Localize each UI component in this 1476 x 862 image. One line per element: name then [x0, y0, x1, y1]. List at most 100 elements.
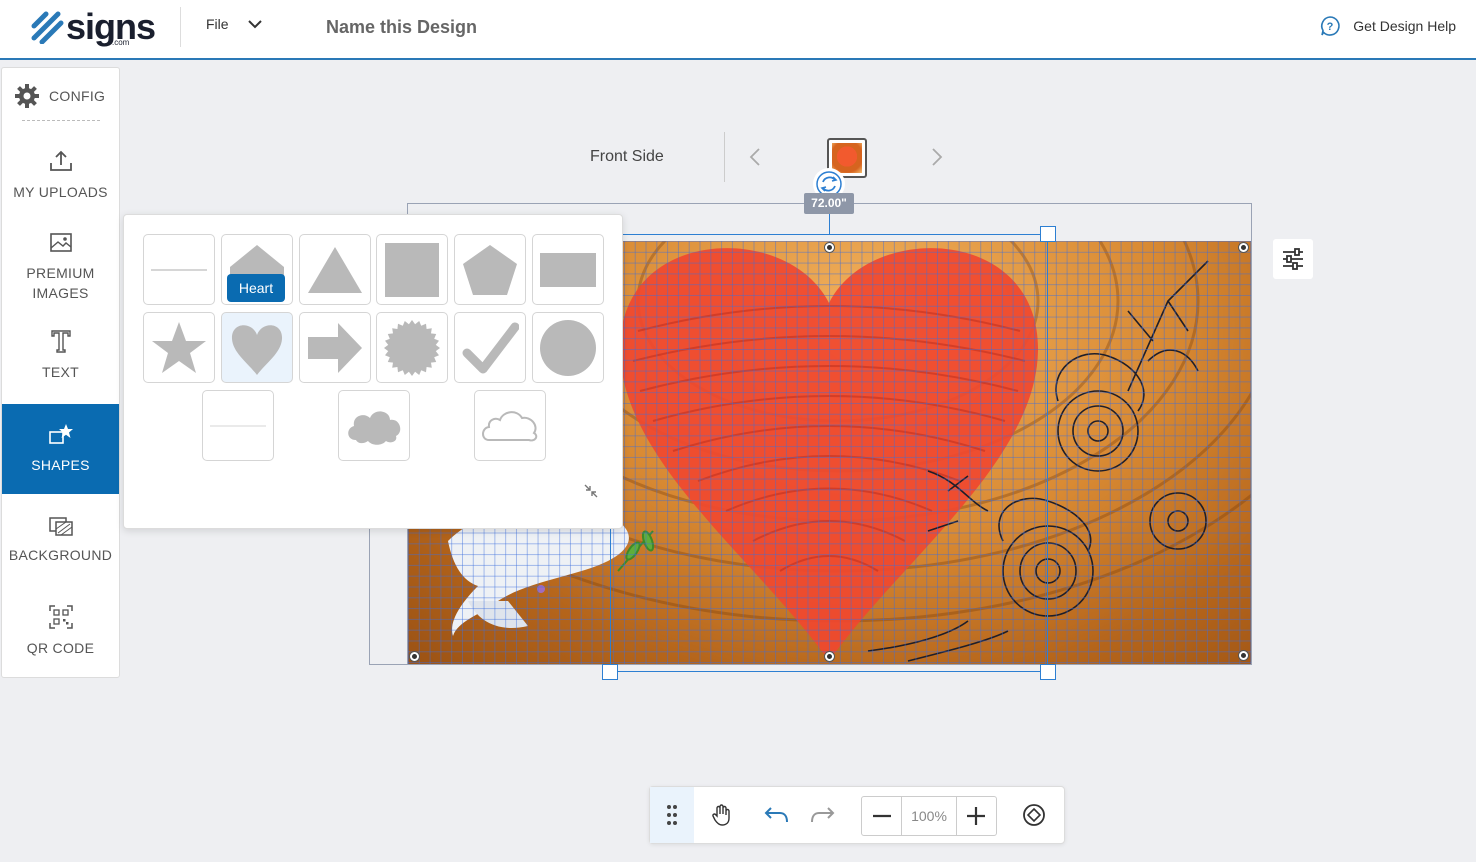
next-side-button[interactable]	[930, 146, 944, 175]
cloud-filled-shape-icon	[348, 410, 401, 445]
undo-button[interactable]	[762, 800, 792, 830]
shape-heart[interactable]	[221, 312, 293, 383]
get-design-help-link[interactable]: ? Get Design Help	[1319, 15, 1456, 37]
sidebar-item-label: BACKGROUND	[8, 547, 113, 563]
tools-sidebar: CONFIG MY UPLOADS PREMIUM IMAGES TEXT SH…	[1, 67, 120, 678]
sidebar-item-label: SHAPES	[31, 457, 90, 473]
chevron-left-icon	[749, 148, 760, 166]
zoom-level: 100%	[901, 797, 957, 835]
top-header: signs .com File Name this Design ? Get D…	[0, 0, 1476, 60]
anchor-dot	[410, 652, 419, 661]
pentagon-shape-icon	[463, 244, 517, 295]
sidebar-item-background[interactable]: BACKGROUND	[2, 508, 119, 572]
pan-tool-button[interactable]	[707, 800, 737, 830]
logo-text: signs	[66, 6, 156, 47]
sidebar-config[interactable]: CONFIG	[2, 68, 119, 123]
shapes-panel	[123, 214, 623, 529]
triangle-shape-icon	[308, 246, 362, 293]
sidebar-item-qr-code[interactable]: QR CODE	[2, 598, 119, 664]
sidebar-item-text[interactable]: TEXT	[2, 324, 119, 386]
sidebar-item-my-uploads[interactable]: MY UPLOADS	[2, 140, 119, 210]
sidebar-item-label: PREMIUM IMAGES	[26, 265, 95, 301]
sidebar-separator	[22, 120, 100, 121]
arrow-shape-icon	[308, 322, 362, 373]
shape-square[interactable]	[376, 234, 448, 305]
shape-starburst[interactable]	[376, 312, 448, 383]
hand-icon	[712, 804, 730, 826]
starburst-shape-icon	[384, 319, 440, 376]
sidebar-item-shapes[interactable]: SHAPES	[2, 404, 119, 494]
resize-handle-bottom-left[interactable]	[602, 664, 618, 680]
zoom-out-button[interactable]	[862, 797, 901, 835]
signs-logo[interactable]: signs .com	[30, 6, 156, 48]
anchor-dot	[1239, 651, 1248, 660]
sliders-icon	[1283, 248, 1303, 270]
shape-tooltip: Heart	[227, 274, 285, 302]
shape-cloud-filled[interactable]	[338, 390, 410, 461]
line-shape-icon	[151, 268, 207, 271]
circle-shape-icon	[540, 319, 596, 376]
shapes-icon	[48, 424, 73, 444]
shape-checkmark[interactable]	[454, 312, 526, 383]
selection-box[interactable]	[610, 234, 1048, 672]
zoom-control: 100%	[861, 796, 997, 836]
logo-mark-icon	[31, 11, 64, 44]
starburst-polygon	[384, 319, 440, 376]
sidebar-config-label: CONFIG	[49, 87, 106, 104]
undo-icon	[764, 807, 788, 823]
recenter-icon	[1023, 804, 1045, 826]
sidebar-item-label: MY UPLOADS	[13, 184, 108, 200]
thin-line-shape-icon	[210, 425, 266, 426]
collapse-panel-button[interactable]	[583, 483, 599, 504]
image-icon	[49, 233, 72, 252]
reset-view-button[interactable]	[1019, 800, 1049, 830]
file-menu[interactable]: File	[206, 16, 263, 32]
toolbar-drag-handle[interactable]	[650, 787, 694, 843]
design-name[interactable]: Name this Design	[326, 17, 477, 38]
width-measure-badge: 72.00"	[804, 193, 854, 214]
chevron-right-icon	[932, 148, 943, 166]
shape-cloud-outline[interactable]	[474, 390, 546, 461]
shape-star[interactable]	[143, 312, 215, 383]
element-bounding-frame	[369, 525, 409, 665]
header-divider	[180, 7, 181, 47]
shape-line[interactable]	[143, 234, 215, 305]
resize-handle-bottom-right[interactable]	[1040, 664, 1056, 680]
resize-handle-top-right[interactable]	[1040, 226, 1056, 242]
heart-shape-icon	[231, 324, 283, 375]
redo-icon	[811, 807, 835, 823]
text-icon	[50, 330, 71, 353]
drag-handle-icon	[667, 805, 677, 825]
canvas-toolbar: 100%	[649, 786, 1065, 844]
square-shape-icon	[385, 242, 439, 297]
svg-text:?: ?	[1327, 21, 1334, 33]
thumbnail-image	[832, 143, 862, 173]
shape-circle[interactable]	[532, 312, 604, 383]
background-icon	[48, 517, 73, 536]
checkmark-shape-icon	[462, 322, 519, 373]
shape-thin-line[interactable]	[202, 390, 274, 461]
minus-icon	[872, 814, 891, 818]
qr-code-icon	[48, 605, 73, 629]
anchor-dot	[1239, 243, 1248, 252]
collapse-icon	[584, 484, 598, 498]
sidebar-item-premium-images[interactable]: PREMIUM IMAGES	[2, 224, 119, 310]
help-label: Get Design Help	[1353, 18, 1456, 34]
sidebar-item-label: QR CODE	[26, 640, 95, 656]
shape-rectangle[interactable]	[532, 234, 604, 305]
cloud-outline-shape-icon	[482, 410, 538, 441]
rectangle-shape-icon	[540, 252, 596, 287]
gear-icon	[15, 83, 39, 108]
rotation-stem	[829, 214, 830, 234]
chevron-down-icon	[247, 20, 262, 29]
adjust-settings-button[interactable]	[1273, 239, 1313, 279]
redo-button[interactable]	[807, 800, 837, 830]
previous-side-button[interactable]	[748, 146, 762, 175]
shape-pentagon[interactable]	[454, 234, 526, 305]
shape-triangle[interactable]	[299, 234, 371, 305]
shape-arrow[interactable]	[299, 312, 371, 383]
side-divider	[724, 132, 725, 182]
upload-icon	[49, 150, 72, 171]
zoom-in-button[interactable]	[957, 797, 996, 835]
plus-icon	[967, 807, 986, 825]
